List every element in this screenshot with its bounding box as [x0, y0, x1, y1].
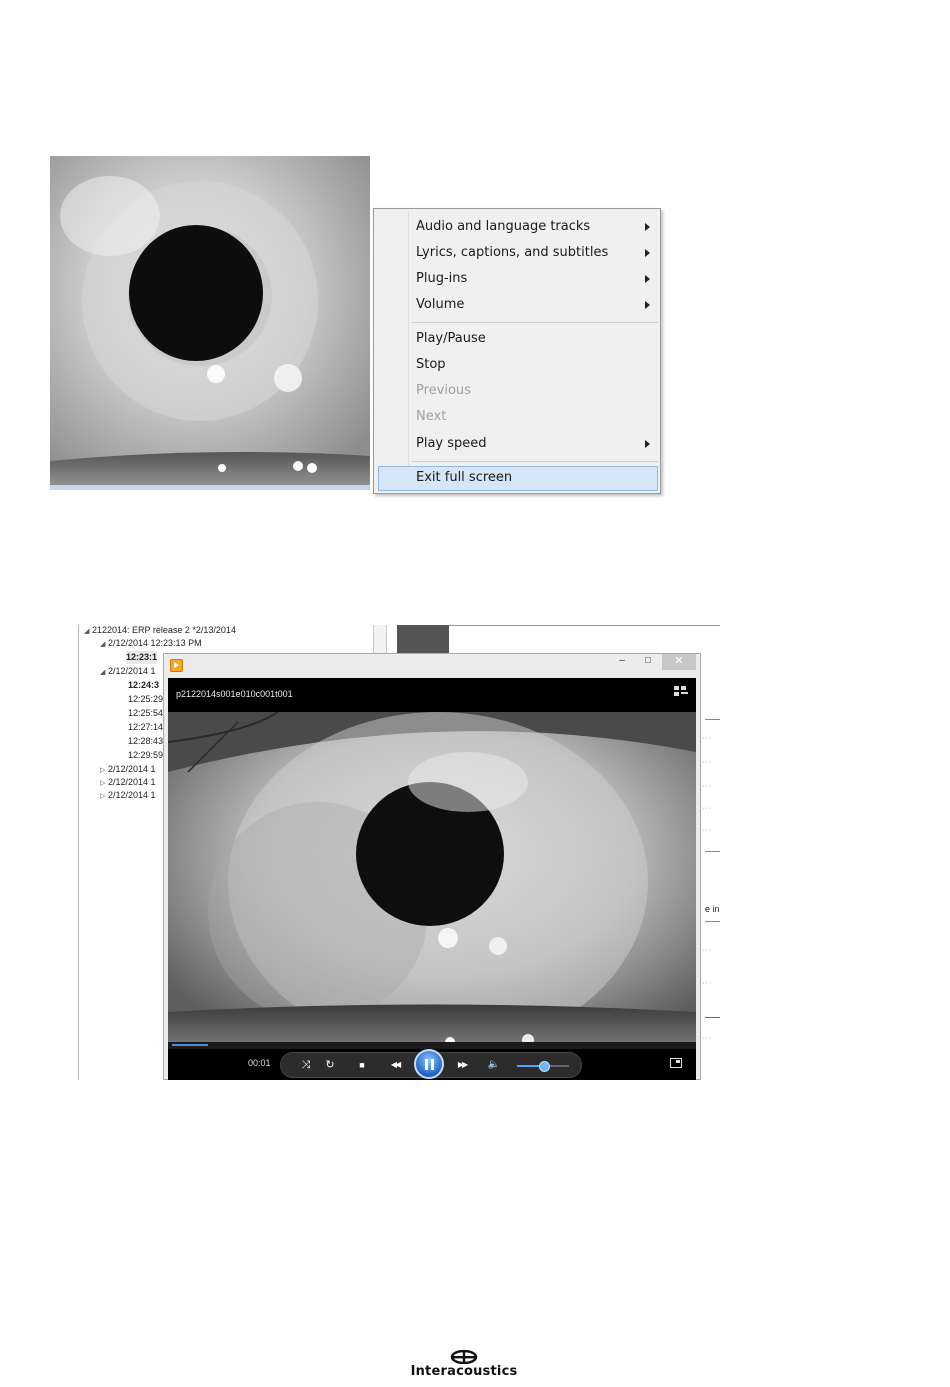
menu-separator — [412, 322, 658, 323]
logo-text: Interacoustics — [410, 1364, 518, 1379]
media-player-icon — [170, 659, 183, 672]
tree-node-label: 12:29:59 — [128, 750, 164, 760]
switch-to-library-icon[interactable] — [674, 686, 688, 698]
tree-border — [78, 625, 79, 1080]
tree-node-label: 2/12/2014 1 — [108, 764, 156, 774]
tree-node-recording[interactable]: 12:25:54 — [128, 707, 163, 720]
menu-item-label: Play/Pause — [416, 331, 486, 346]
menu-item-label: Play speed — [416, 436, 487, 451]
menu-item-label: Previous — [416, 383, 471, 398]
video-title: p2122014s001e010c001t001 — [176, 689, 293, 699]
stop-icon[interactable]: ■ — [355, 1058, 369, 1072]
submenu-arrow-icon — [645, 275, 650, 283]
panel-rule — [449, 625, 720, 626]
tree-node-recording[interactable]: 12:27:14 — [128, 721, 163, 734]
close-button[interactable]: ✕ — [662, 654, 696, 670]
panel-rule — [705, 851, 720, 852]
expanded-triangle-icon[interactable]: ◢ — [100, 638, 108, 651]
menu-item-stop[interactable]: Stop — [378, 353, 658, 377]
window-titlebar[interactable]: – □ ✕ — [164, 654, 700, 676]
panel-rule — [705, 719, 720, 720]
transport-controls: ⤨ ↻ ■ ◀◀ ▶▶ 🔈 — [280, 1049, 582, 1079]
elapsed-time: 00:01 — [248, 1058, 271, 1068]
tree-node-session[interactable]: ◢ 2/12/2014 1 — [100, 665, 156, 678]
panel-text: e in — [705, 904, 720, 914]
panel-red-line — [705, 1017, 720, 1018]
tree-node-session[interactable]: ▷ 2/12/2014 1 — [100, 776, 156, 789]
next-icon[interactable]: ▶▶ — [451, 1058, 473, 1072]
menu-item-play-pause[interactable]: Play/Pause — [378, 327, 658, 351]
menu-item-next[interactable]: Next — [378, 405, 658, 429]
panel-rule — [705, 921, 720, 922]
menu-item-label: Plug-ins — [416, 271, 468, 286]
tree-node-session[interactable]: ▷ 2/12/2014 1 — [100, 763, 156, 776]
submenu-arrow-icon — [645, 249, 650, 257]
tree-node-label: 12:24:3 — [128, 680, 160, 690]
menu-item-exit-full-screen[interactable]: Exit full screen — [378, 466, 658, 491]
video-frame[interactable] — [168, 712, 696, 1049]
menu-item-audio-language-tracks[interactable]: Audio and language tracks — [378, 215, 658, 239]
tree-node-label: 12:27:14 — [128, 722, 164, 732]
media-player-window: – □ ✕ p2122014s001e010c001t001 00:01 ⤨ ↻… — [163, 653, 701, 1080]
collapsed-triangle-icon[interactable]: ▷ — [100, 790, 108, 803]
minimize-button[interactable]: – — [610, 654, 634, 670]
menu-item-label: Next — [416, 409, 447, 424]
menu-separator — [412, 461, 658, 462]
volume-icon[interactable]: 🔈 — [487, 1058, 501, 1072]
expanded-triangle-icon[interactable]: ◢ — [84, 625, 92, 638]
tree-node-label: 12:25:29 — [128, 694, 164, 704]
tree-node-label: 2/12/2014 12:23:13 PM — [108, 638, 202, 648]
seek-progress — [172, 1044, 208, 1046]
repeat-icon[interactable]: ↻ — [323, 1058, 337, 1072]
submenu-arrow-icon — [645, 440, 650, 448]
interacoustics-logo: Interacoustics — [400, 1350, 528, 1379]
shuffle-icon[interactable]: ⤨ — [299, 1058, 313, 1072]
tree-node-recording[interactable]: 12:23:1 — [126, 651, 158, 664]
tree-node-label: 12:25:54 — [128, 708, 164, 718]
menu-item-lyrics-captions-subtitles[interactable]: Lyrics, captions, and subtitles — [378, 241, 658, 265]
pause-icon[interactable] — [414, 1049, 444, 1079]
tree-node-label: 2/12/2014 1 — [108, 790, 156, 800]
tree-node-session[interactable]: ▷ 2/12/2014 1 — [100, 789, 156, 802]
fullscreen-icon[interactable] — [670, 1058, 682, 1068]
menu-item-previous[interactable]: Previous — [378, 379, 658, 403]
application-screenshot: ◢ 2122014: ERP release 2 *2/13/2014 ◢ 2/12… — [50, 625, 720, 1080]
expanded-triangle-icon[interactable]: ◢ — [100, 666, 108, 679]
previous-icon[interactable]: ◀◀ — [384, 1058, 406, 1072]
tree-node-recording[interactable]: 12:29:59 — [128, 749, 163, 762]
menu-item-label: Audio and language tracks — [416, 219, 591, 234]
menu-item-plug-ins[interactable]: Plug-ins — [378, 267, 658, 291]
context-menu: Audio and language tracks Lyrics, captio… — [373, 208, 661, 494]
eye-image-top — [50, 156, 370, 490]
tree-node-label: 2/12/2014 1 — [108, 777, 156, 787]
tree-node-recording[interactable]: 12:24:3 — [128, 679, 159, 692]
player-controls: 00:01 ⤨ ↻ ■ ◀◀ ▶▶ 🔈 — [168, 1049, 696, 1080]
tree-node-label: 12:28:43 — [128, 736, 164, 746]
menu-item-volume[interactable]: Volume — [378, 293, 658, 317]
tree-node-session[interactable]: ◢ 2/12/2014 12:23:13 PM — [100, 637, 202, 650]
tree-node-recording[interactable]: 12:25:29 — [128, 693, 163, 706]
interacoustics-logo-mark — [450, 1350, 478, 1364]
menu-item-label: Volume — [416, 297, 465, 312]
menu-item-play-speed[interactable]: Play speed — [378, 432, 658, 456]
video-header: p2122014s001e010c001t001 — [168, 678, 696, 712]
tree-node-label: 12:23:1 — [126, 652, 158, 662]
tree-root[interactable]: ◢ 2122014: ERP release 2 *2/13/2014 — [84, 625, 236, 637]
volume-slider-thumb[interactable] — [539, 1061, 550, 1072]
menu-item-label: Stop — [416, 357, 446, 372]
maximize-button[interactable]: □ — [636, 654, 660, 670]
submenu-arrow-icon — [645, 301, 650, 309]
tree-node-label: 2/12/2014 1 — [108, 666, 156, 676]
menu-item-label: Lyrics, captions, and subtitles — [416, 245, 609, 260]
menu-item-label: Exit full screen — [416, 470, 513, 485]
tree-node-label: 2122014: ERP release 2 *2/13/2014 — [92, 625, 236, 635]
panel-header-block — [397, 625, 449, 653]
tree-node-recording[interactable]: 12:28:43 — [128, 735, 163, 748]
seek-bar[interactable] — [168, 1042, 696, 1049]
submenu-arrow-icon — [645, 223, 650, 231]
